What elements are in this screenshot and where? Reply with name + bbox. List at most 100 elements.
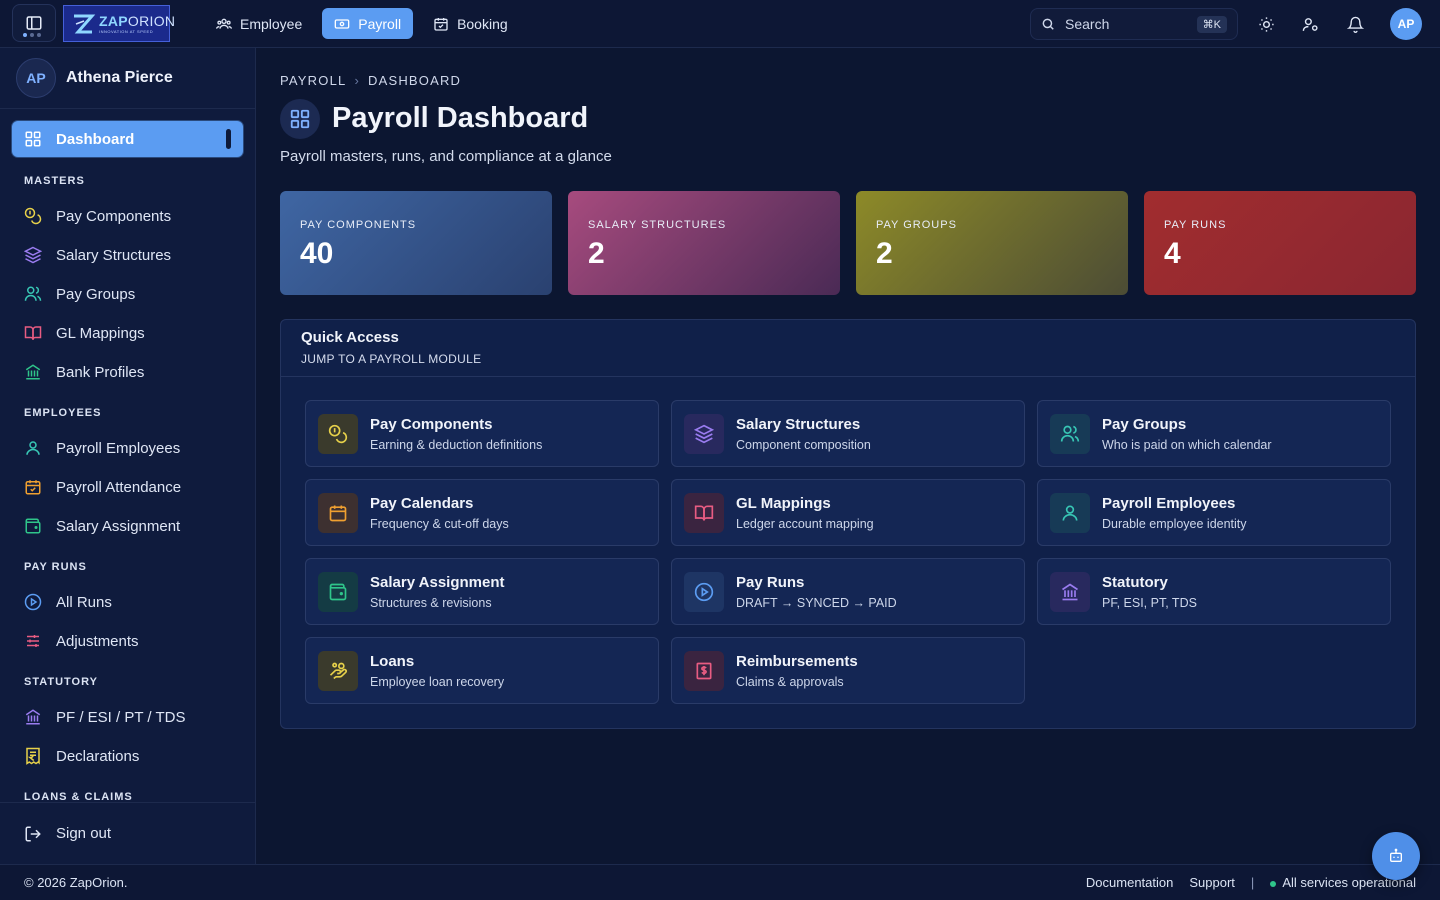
- sun-icon: [1258, 16, 1275, 33]
- card-desc: Ledger account mapping: [736, 516, 874, 531]
- sliders-icon: [24, 632, 42, 650]
- card-title: Pay Runs: [736, 573, 805, 591]
- chevron-right-icon: ›: [354, 73, 360, 88]
- sidebar-item-label: Declarations: [56, 747, 140, 765]
- quick-card-salary-structures[interactable]: Salary Structures Component composition: [671, 400, 1025, 467]
- card-desc: Frequency & cut-off days: [370, 516, 509, 531]
- quick-access-subtitle: JUMP TO A PAYROLL MODULE: [301, 352, 482, 366]
- page-subtitle: Payroll masters, runs, and compliance at…: [280, 148, 612, 165]
- notifications-button[interactable]: [1343, 12, 1367, 36]
- quick-card-pay-calendars[interactable]: Pay Calendars Frequency & cut-off days: [305, 479, 659, 546]
- sidebar-item-bank-profiles[interactable]: Bank Profiles: [24, 362, 144, 382]
- stat-card-pay-runs[interactable]: PAY RUNS 4: [1144, 191, 1416, 295]
- card-desc: Earning & deduction definitions: [370, 437, 543, 452]
- card-title: Pay Groups: [1102, 415, 1187, 433]
- user-profile[interactable]: AP Athena Pierce: [0, 48, 255, 109]
- avatar[interactable]: AP: [1390, 8, 1422, 40]
- quick-card-reimbursements[interactable]: Reimbursements Claims & approvals: [671, 637, 1025, 704]
- section-label-pay-runs: PAY RUNS: [24, 561, 87, 573]
- sidebar-item-label: PF / ESI / PT / TDS: [56, 708, 186, 726]
- quick-access-title: Quick Access: [301, 329, 399, 346]
- sidebar-item-declarations[interactable]: Declarations: [24, 746, 139, 766]
- sidebar-item-gl-mappings[interactable]: GL Mappings: [24, 323, 145, 343]
- user-icon: [24, 439, 42, 457]
- topnav-label: Booking: [457, 15, 508, 32]
- card-desc: Who is paid on which calendar: [1102, 437, 1272, 452]
- sidebar-item-label: Pay Groups: [56, 285, 136, 303]
- app-logo[interactable]: ZAPORION INNOVATION AT SPEED: [63, 5, 175, 42]
- page-title: Payroll Dashboard: [332, 102, 589, 134]
- quick-card-pay-components[interactable]: Pay Components Earning & deduction defini…: [305, 400, 659, 467]
- user-name: Athena Pierce: [66, 69, 173, 86]
- card-desc: Claims & approvals: [736, 674, 844, 689]
- stat-label: PAY GROUPS: [876, 219, 957, 231]
- sidebar-item-pay-components[interactable]: Pay Components: [24, 206, 171, 226]
- search-input[interactable]: Search ⌘K: [1030, 8, 1238, 40]
- sidebar-item-adjustments[interactable]: Adjustments: [24, 631, 139, 651]
- page-dots: [23, 33, 41, 37]
- sidebar-item-pay-groups[interactable]: Pay Groups: [24, 284, 135, 304]
- stat-value: 2: [588, 237, 605, 270]
- calendar-icon: [318, 492, 358, 533]
- card-desc: DRAFT → SYNCED → PAID: [736, 595, 897, 610]
- sidebar-item-payroll-attendance[interactable]: Payroll Attendance: [24, 477, 181, 497]
- sidebar-item-label: Pay Components: [56, 207, 172, 225]
- calendar-icon: [24, 478, 42, 496]
- stat-value: 40: [300, 237, 334, 270]
- sidebar-item-salary-assignment[interactable]: Salary Assignment: [24, 516, 180, 536]
- support-link[interactable]: Support: [1189, 875, 1235, 890]
- receipt-rupee-icon: [24, 747, 42, 765]
- sidebar-item-payroll-employees[interactable]: Payroll Employees: [24, 438, 180, 458]
- quick-card-loans[interactable]: Loans Employee loan recovery: [305, 637, 659, 704]
- signout-button[interactable]: Sign out: [0, 802, 255, 864]
- layers-icon: [24, 246, 42, 264]
- topnav-booking[interactable]: Booking: [421, 8, 520, 39]
- sidebar-item-label: Salary Assignment: [56, 517, 181, 535]
- documentation-link[interactable]: Documentation: [1086, 875, 1173, 890]
- sidebar: AP Athena Pierce Dashboard MASTERS Pay C…: [0, 48, 256, 864]
- divider: |: [1250, 875, 1255, 890]
- topnav-employee[interactable]: Employee: [204, 8, 314, 39]
- stat-label: PAY RUNS: [1164, 219, 1227, 231]
- sidebar-item-statutory[interactable]: PF / ESI / PT / TDS: [24, 707, 185, 727]
- topnav-payroll[interactable]: Payroll: [322, 8, 414, 39]
- user-settings-button[interactable]: [1298, 12, 1322, 36]
- theme-toggle-button[interactable]: [1254, 12, 1278, 36]
- card-desc: Durable employee identity: [1102, 516, 1247, 531]
- assistant-button[interactable]: [1372, 832, 1420, 880]
- quick-card-payroll-employees[interactable]: Payroll Employees Durable employee identi…: [1037, 479, 1391, 546]
- quick-card-pay-runs[interactable]: Pay Runs DRAFT → SYNCED → PAID: [671, 558, 1025, 625]
- play-circle-icon: [684, 571, 724, 612]
- quick-card-salary-assignment[interactable]: Salary Assignment Structures & revisions: [305, 558, 659, 625]
- breadcrumb-item-payroll[interactable]: PAYROLL: [280, 73, 346, 88]
- card-title: Salary Structures: [736, 415, 861, 433]
- quick-card-gl-mappings[interactable]: GL Mappings Ledger account mapping: [671, 479, 1025, 546]
- sidebar-item-dashboard[interactable]: Dashboard: [12, 121, 243, 157]
- layout-grid-icon: [280, 99, 320, 139]
- quick-access-header: Quick Access JUMP TO A PAYROLL MODULE: [281, 320, 1415, 377]
- topnav-label: Employee: [240, 15, 303, 32]
- logo-word-1: ZAP: [99, 12, 128, 29]
- sidebar-item-label: All Runs: [56, 593, 112, 611]
- sidebar-toggle-button[interactable]: [12, 4, 56, 42]
- sidebar-item-all-runs[interactable]: All Runs: [24, 592, 112, 612]
- logo-word-2: ORION: [127, 12, 176, 29]
- copyright: © 2026 ZapOrion.: [24, 875, 128, 890]
- breadcrumb: PAYROLL › DASHBOARD: [280, 73, 461, 88]
- card-title: Payroll Employees: [1102, 494, 1236, 512]
- panel-left-icon: [25, 14, 43, 32]
- stat-card-pay-components[interactable]: PAY COMPONENTS 40: [280, 191, 552, 295]
- stat-card-salary-structures[interactable]: SALARY STRUCTURES 2: [568, 191, 840, 295]
- footer: © 2026 ZapOrion. Documentation Support |…: [0, 864, 1440, 900]
- sidebar-item-label: Dashboard: [56, 130, 135, 148]
- sidebar-item-salary-structures[interactable]: Salary Structures: [24, 245, 171, 265]
- sidebar-item-label: Salary Structures: [56, 246, 172, 264]
- stat-card-pay-groups[interactable]: PAY GROUPS 2: [856, 191, 1128, 295]
- top-nav: Employee Payroll Booking: [204, 8, 520, 39]
- quick-card-pay-groups[interactable]: Pay Groups Who is paid on which calendar: [1037, 400, 1391, 467]
- sidebar-item-label: Adjustments: [56, 632, 139, 650]
- quick-card-statutory[interactable]: Statutory PF, ESI, PT, TDS: [1037, 558, 1391, 625]
- quick-access-panel: Quick Access JUMP TO A PAYROLL MODULE Pa…: [280, 319, 1416, 729]
- card-title: Pay Calendars: [370, 494, 474, 512]
- landmark-icon: [1050, 571, 1090, 612]
